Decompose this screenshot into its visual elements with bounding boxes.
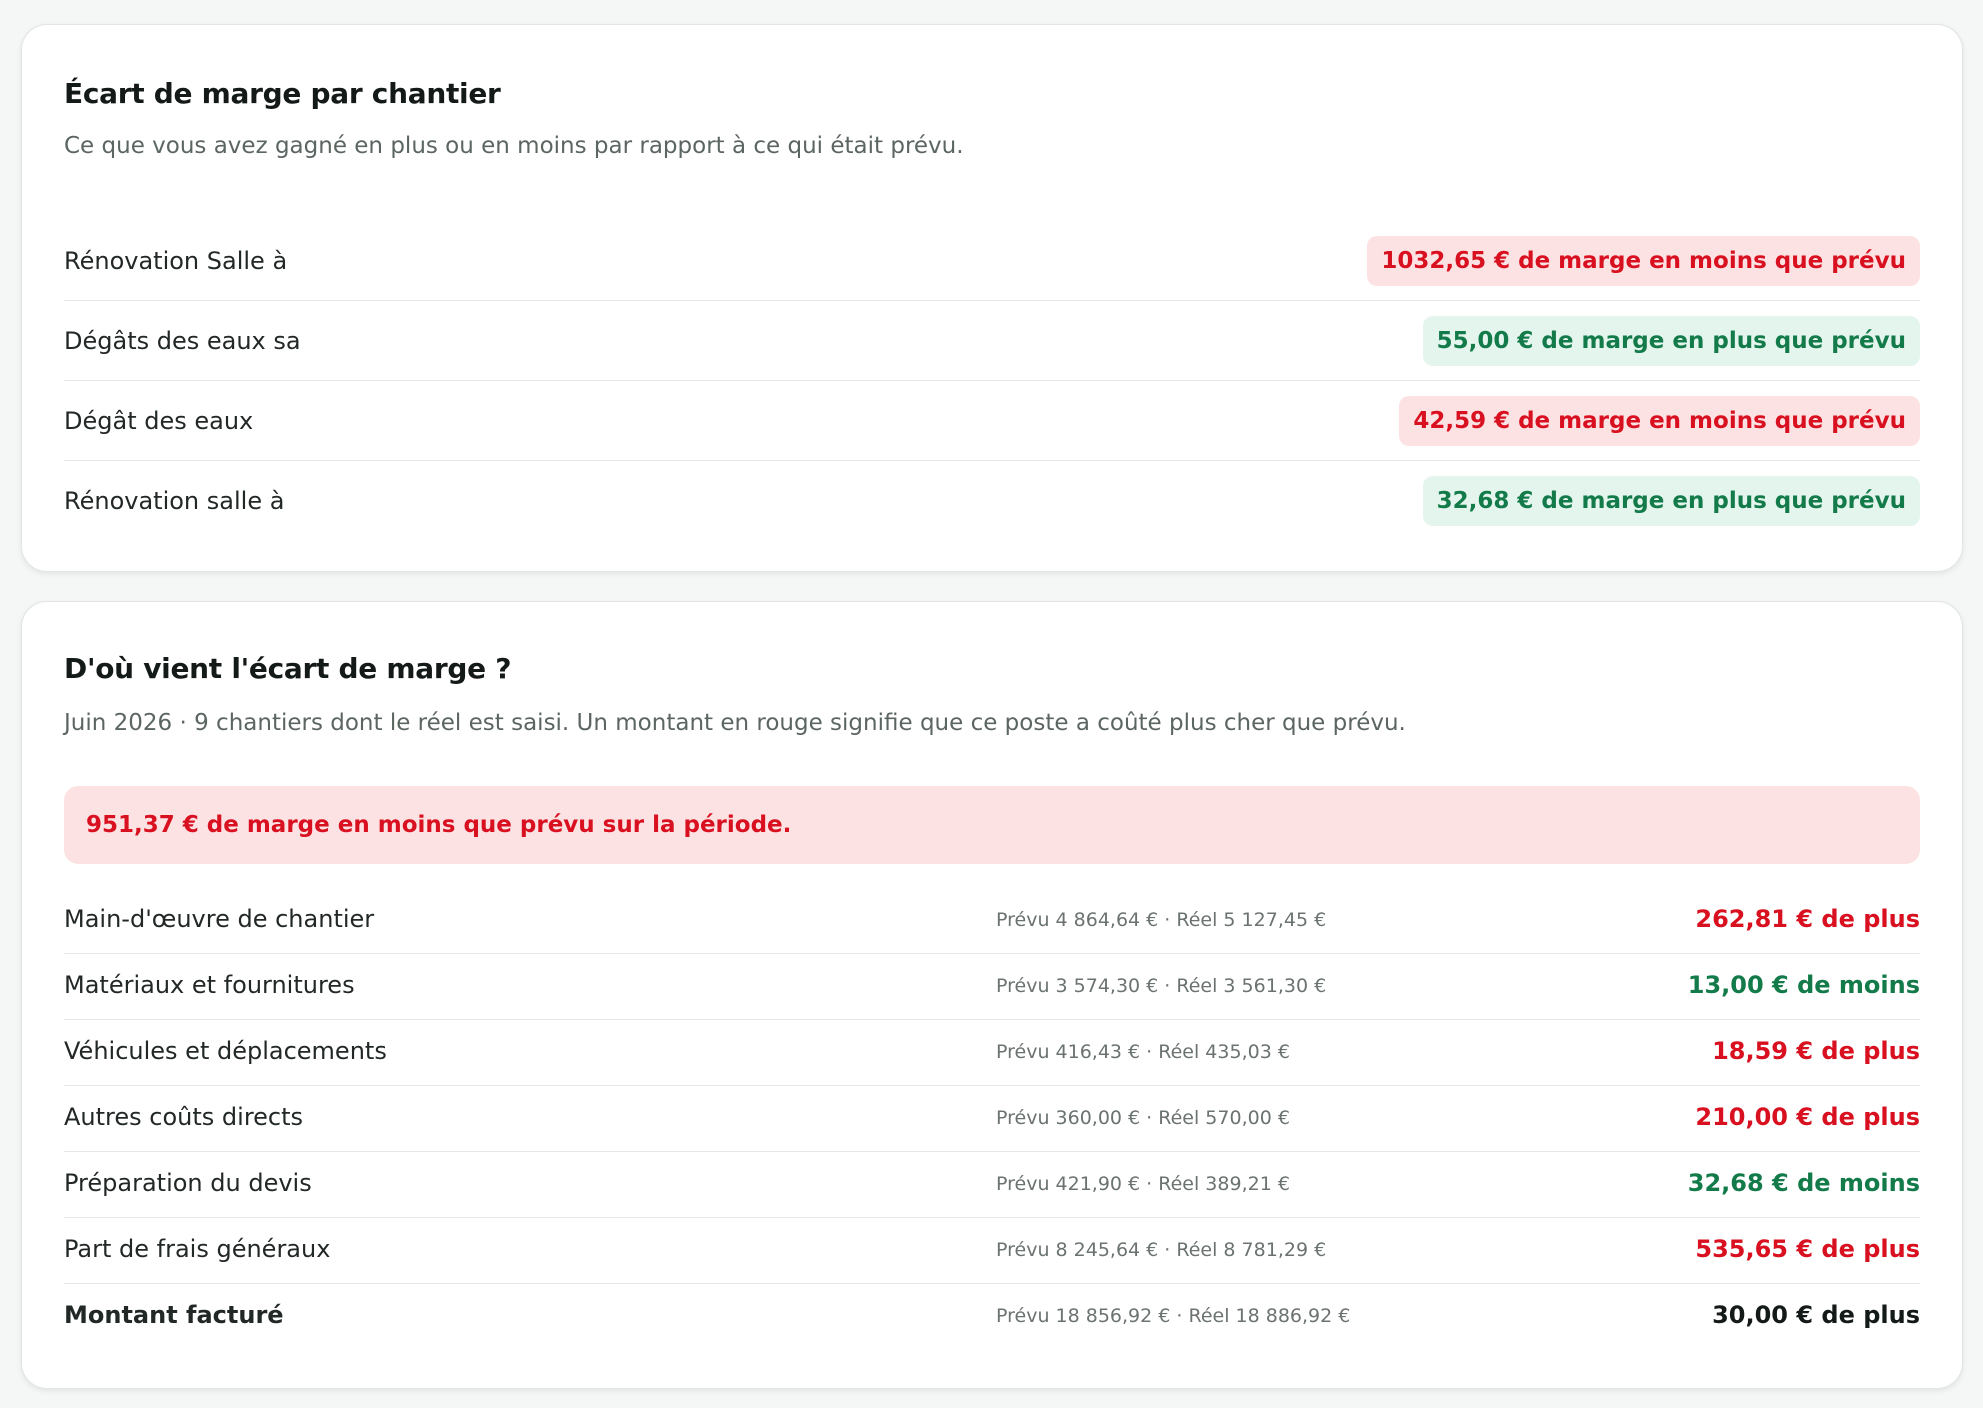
variance-value: 210,00 € de plus xyxy=(1695,1103,1920,1131)
card-subtitle: Ce que vous avez gagné en plus ou en moi… xyxy=(64,133,964,159)
cost-item-name: Véhicules et déplacements xyxy=(64,1037,387,1065)
planned-actual-detail: Prévu 3 574,30 € · Réel 3 561,30 € xyxy=(996,975,1327,997)
list-item: Dégâts des eaux sa 55,00 € de marge en p… xyxy=(64,301,1920,381)
margin-badge: 1032,65 € de marge en moins que prévu xyxy=(1367,235,1920,286)
margin-by-site-card: Écart de marge par chantier Ce que vous … xyxy=(21,24,1963,572)
table-row: Préparation du devis Prévu 421,90 € · Ré… xyxy=(64,1152,1920,1218)
table-row: Véhicules et déplacements Prévu 416,43 €… xyxy=(64,1020,1920,1086)
table-row: Autres coûts directs Prévu 360,00 € · Ré… xyxy=(64,1086,1920,1152)
site-name: Rénovation salle à xyxy=(64,487,285,515)
table-row-total: Montant facturé Prévu 18 856,92 € · Réel… xyxy=(64,1284,1920,1350)
cost-item-name: Autres coûts directs xyxy=(64,1103,304,1131)
planned-actual-detail: Prévu 8 245,64 € · Réel 8 781,29 € xyxy=(996,1239,1327,1261)
list-item: Rénovation Salle à 1032,65 € de marge en… xyxy=(64,221,1920,301)
cost-item-name: Part de frais généraux xyxy=(64,1235,331,1263)
margin-badge: 42,59 € de marge en moins que prévu xyxy=(1399,395,1920,446)
site-list: Rénovation Salle à 1032,65 € de marge en… xyxy=(64,221,1920,541)
card-subtitle: Juin 2026 · 9 chantiers dont le réel est… xyxy=(64,710,1406,736)
card-title: D'où vient l'écart de marge ? xyxy=(64,652,512,685)
margin-origin-card: D'où vient l'écart de marge ? Juin 2026 … xyxy=(21,601,1963,1389)
variance-value: 18,59 € de plus xyxy=(1712,1037,1920,1065)
planned-actual-detail: Prévu 421,90 € · Réel 389,21 € xyxy=(996,1173,1290,1195)
variance-value: 262,81 € de plus xyxy=(1695,905,1920,933)
cost-item-name: Préparation du devis xyxy=(64,1169,312,1197)
planned-actual-detail: Prévu 360,00 € · Réel 570,00 € xyxy=(996,1107,1290,1129)
table-row: Matériaux et fournitures Prévu 3 574,30 … xyxy=(64,954,1920,1020)
planned-actual-detail: Prévu 18 856,92 € · Réel 18 886,92 € xyxy=(996,1305,1351,1327)
cost-item-name: Montant facturé xyxy=(64,1301,284,1329)
cost-item-name: Main-d'œuvre de chantier xyxy=(64,905,375,933)
list-item: Dégât des eaux 42,59 € de marge en moins… xyxy=(64,381,1920,461)
card-title: Écart de marge par chantier xyxy=(64,77,501,110)
period-summary-banner: 951,37 € de marge en moins que prévu sur… xyxy=(64,786,1920,864)
cost-item-name: Matériaux et fournitures xyxy=(64,971,355,999)
variance-value: 535,65 € de plus xyxy=(1695,1235,1920,1263)
cost-item-list: Main-d'œuvre de chantier Prévu 4 864,64 … xyxy=(64,888,1920,1350)
variance-value: 32,68 € de moins xyxy=(1687,1169,1920,1197)
variance-value: 13,00 € de moins xyxy=(1687,971,1920,999)
site-name: Dégâts des eaux sa xyxy=(64,326,301,355)
site-name: Rénovation Salle à xyxy=(64,246,288,275)
margin-badge: 55,00 € de marge en plus que prévu xyxy=(1422,315,1920,366)
variance-value: 30,00 € de plus xyxy=(1712,1301,1920,1329)
margin-badge: 32,68 € de marge en plus que prévu xyxy=(1422,476,1920,526)
planned-actual-detail: Prévu 416,43 € · Réel 435,03 € xyxy=(996,1041,1290,1063)
table-row: Main-d'œuvre de chantier Prévu 4 864,64 … xyxy=(64,888,1920,954)
list-item: Rénovation salle à 32,68 € de marge en p… xyxy=(64,461,1920,541)
table-row: Part de frais généraux Prévu 8 245,64 € … xyxy=(64,1218,1920,1284)
planned-actual-detail: Prévu 4 864,64 € · Réel 5 127,45 € xyxy=(996,909,1327,931)
site-name: Dégât des eaux xyxy=(64,406,254,435)
